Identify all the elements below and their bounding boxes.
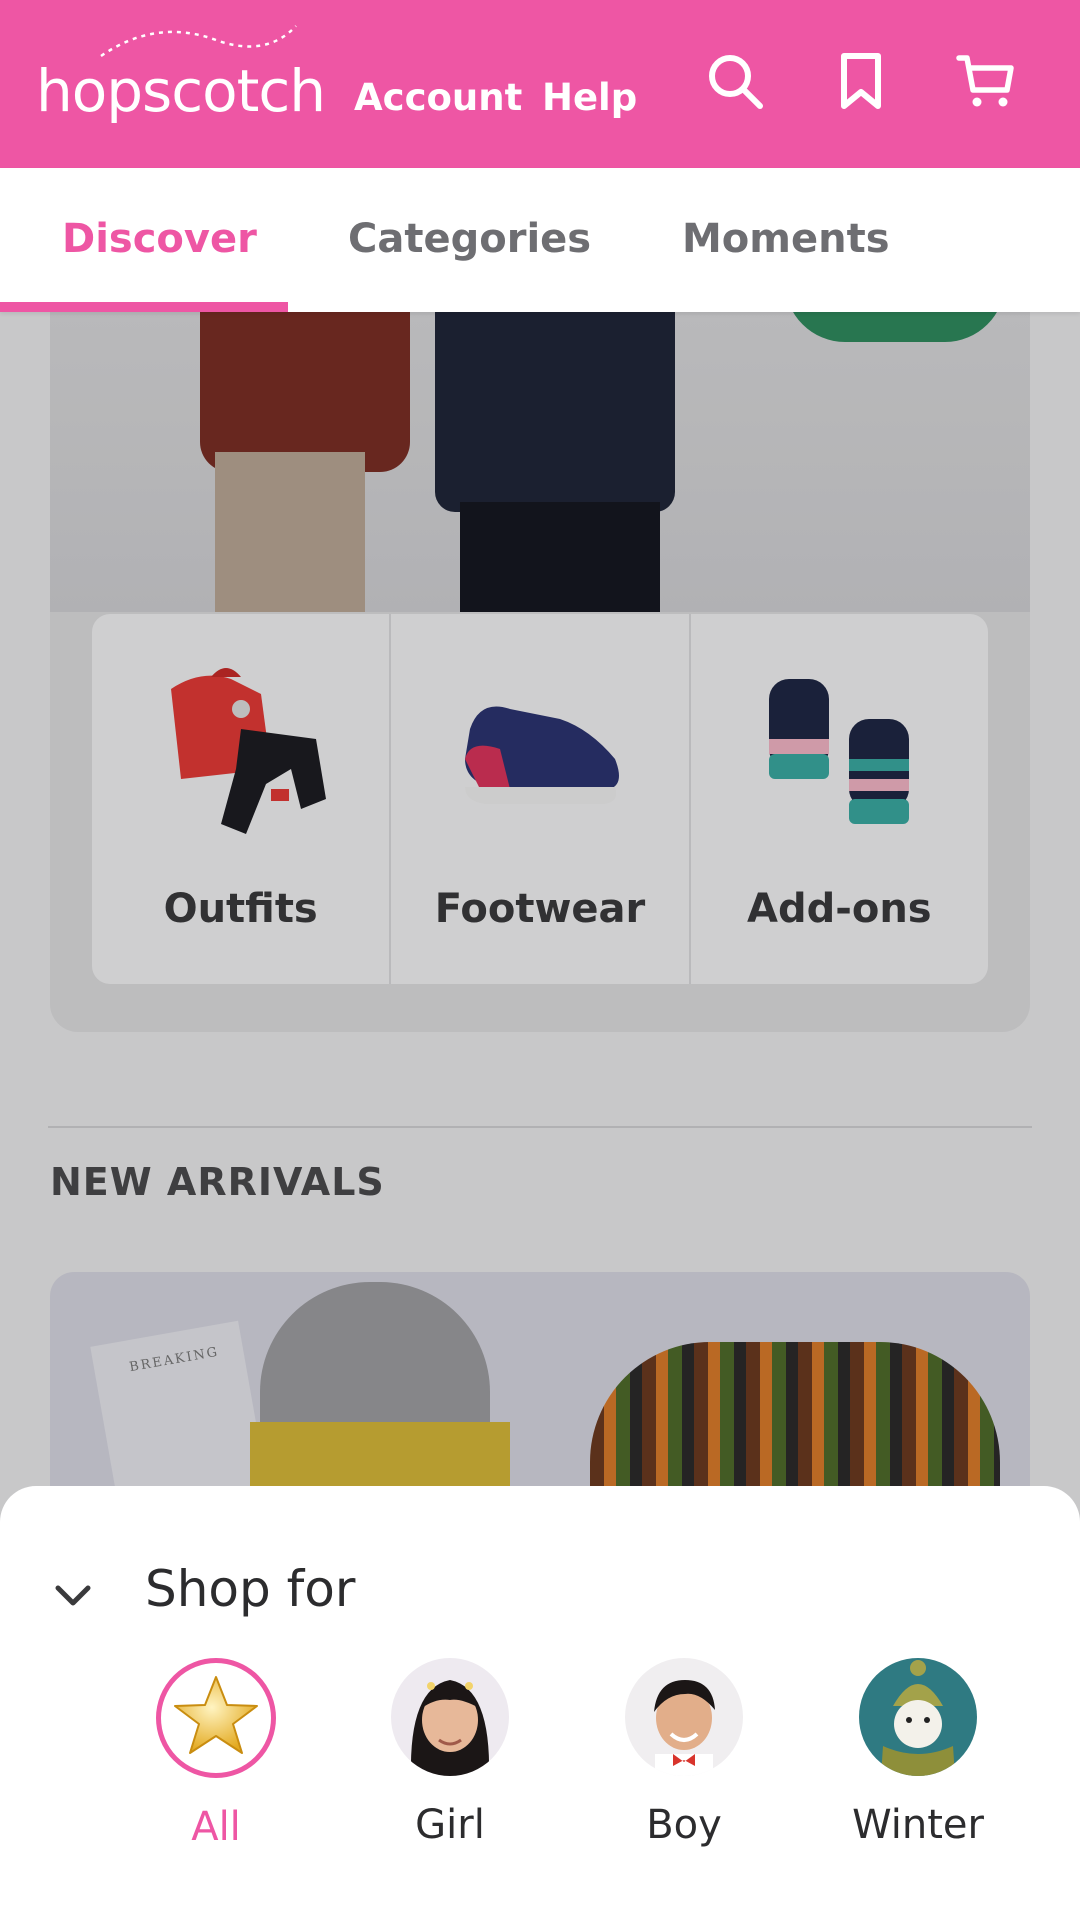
help-link[interactable]: Help bbox=[542, 76, 637, 119]
shop-for-boy[interactable]: Boy bbox=[604, 1658, 764, 1848]
cart-icon[interactable] bbox=[955, 50, 1017, 112]
logo-dotted-arc bbox=[100, 25, 297, 58]
snowman-avatar bbox=[859, 1658, 977, 1776]
app-header: hopscotch Account Help bbox=[0, 0, 1080, 168]
shop-label: All bbox=[191, 1804, 241, 1850]
active-tab-indicator bbox=[0, 302, 288, 312]
shop-label: Girl bbox=[415, 1802, 485, 1848]
shop-label: Boy bbox=[646, 1802, 722, 1848]
shop-for-girl[interactable]: Girl bbox=[370, 1658, 530, 1848]
star-icon bbox=[156, 1658, 276, 1778]
tab-bar: Discover Categories Moments bbox=[0, 168, 1080, 312]
shop-for-sheet: Shop for All Girl Boy Winter bbox=[0, 1486, 1080, 1920]
girl-avatar bbox=[391, 1658, 509, 1776]
tab-categories[interactable]: Categories bbox=[348, 216, 591, 262]
hopscotch-logo[interactable]: hopscotch bbox=[36, 25, 326, 140]
account-link[interactable]: Account bbox=[354, 76, 522, 119]
bookmark-icon[interactable] bbox=[830, 50, 892, 112]
search-icon[interactable] bbox=[704, 50, 766, 112]
shop-for-all[interactable]: All bbox=[136, 1658, 296, 1850]
shop-for-winter[interactable]: Winter bbox=[838, 1658, 998, 1848]
chevron-down-icon[interactable] bbox=[52, 1574, 94, 1616]
tab-discover[interactable]: Discover bbox=[62, 216, 257, 262]
shop-label: Winter bbox=[852, 1802, 984, 1848]
boy-avatar bbox=[625, 1658, 743, 1776]
logo-text: hopscotch bbox=[36, 57, 326, 125]
tab-moments[interactable]: Moments bbox=[682, 216, 890, 262]
shop-for-title: Shop for bbox=[145, 1560, 356, 1618]
